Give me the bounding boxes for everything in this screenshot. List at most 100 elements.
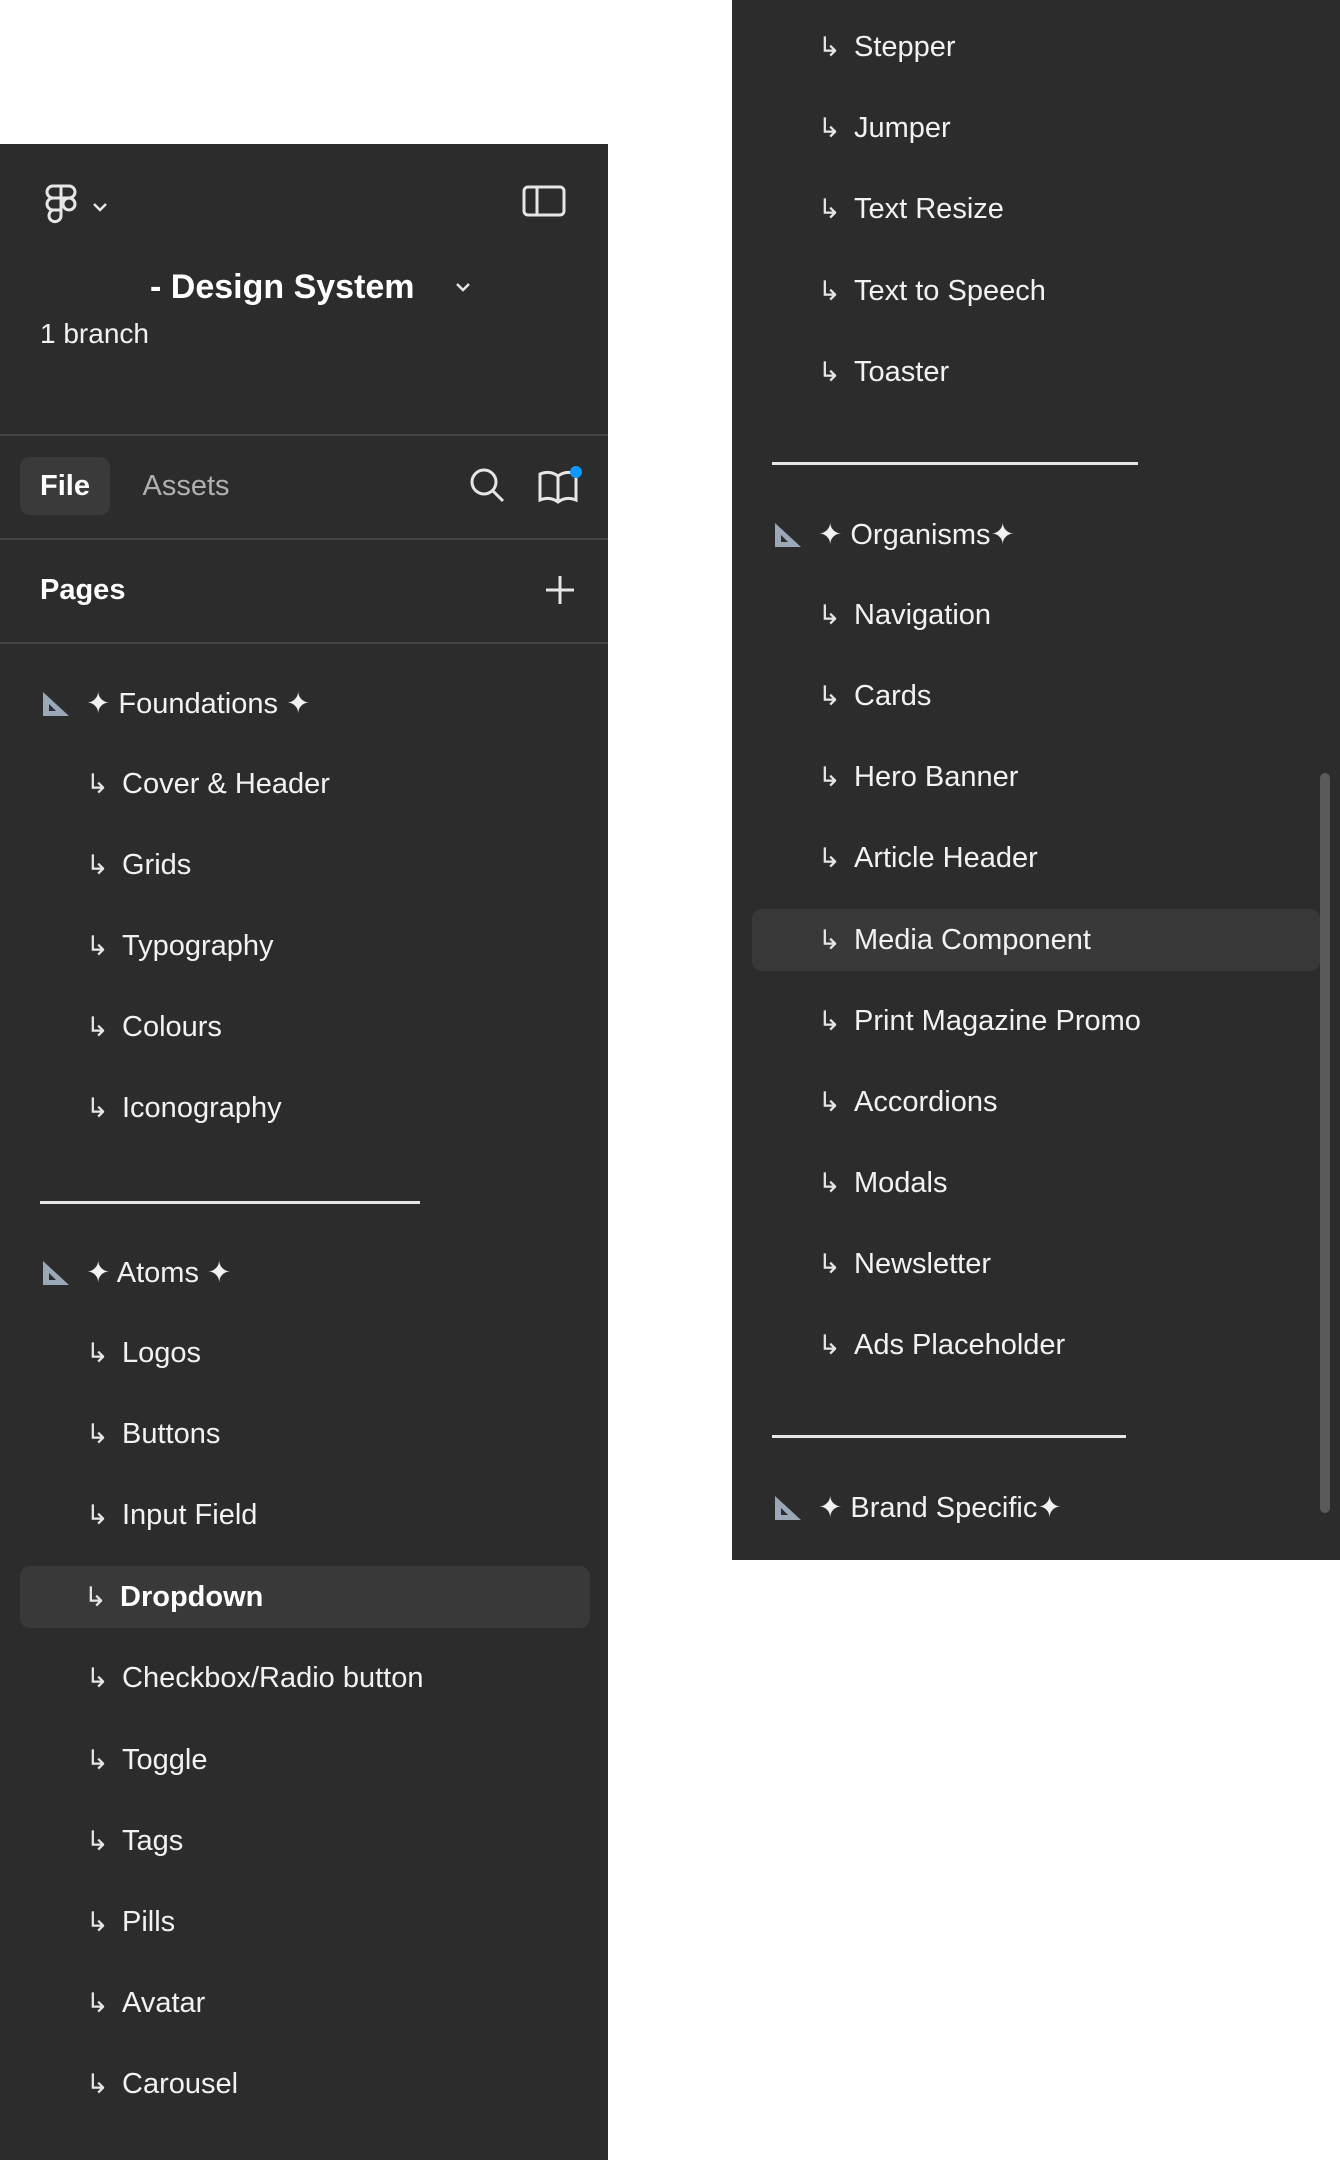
return-arrow-icon: ↳ [86,1987,109,2018]
page-item-media-component[interactable]: ↳ Media Component [752,909,1320,971]
page-item-modals[interactable]: ↳ Modals [818,1152,948,1214]
page-item-logos[interactable]: ↳ Logos [86,1322,201,1384]
page-separator[interactable] [772,1435,1126,1438]
return-arrow-icon: ↳ [818,761,841,792]
figma-logo-icon [45,184,77,224]
return-arrow-icon: ↳ [818,599,841,630]
page-item-print-magazine-promo[interactable]: ↳ Print Magazine Promo [818,990,1141,1052]
page-item-text-resize[interactable]: ↳ Text Resize [818,178,1004,240]
page-item-hero-banner[interactable]: ↳ Hero Banner [818,746,1018,808]
page-item-dropdown[interactable]: ↳ Dropdown [20,1566,590,1628]
page-item-accordions[interactable]: ↳ Accordions [818,1071,997,1133]
page-item-label: Logos [122,1336,202,1369]
page-item-stepper[interactable]: ↳ Stepper [818,16,956,78]
file-title: - Design System [150,267,415,306]
page-item-input-field[interactable]: ↳ Input Field [86,1484,257,1546]
return-arrow-icon: ↳ [818,1329,841,1360]
tab-assets[interactable]: Assets [128,457,244,515]
pages-scrollbar[interactable] [1320,773,1330,1513]
page-item-label: Carousel [122,2067,239,2100]
page-item-text-to-speech[interactable]: ↳ Text to Speech [818,260,1046,322]
page-item-carousel[interactable]: ↳ Carousel [86,2053,238,2115]
page-separator[interactable] [40,1201,420,1204]
return-arrow-icon: ↳ [86,2068,109,2099]
add-page-button[interactable] [542,572,578,608]
page-item-tags[interactable]: ↳ Tags [86,1810,183,1872]
return-arrow-icon: ↳ [818,112,841,143]
page-item-navigation[interactable]: ↳ Navigation [818,584,991,646]
chevron-down-icon [93,203,107,212]
page-item-label: Toaster [854,355,950,388]
search-button[interactable] [468,466,508,506]
return-arrow-icon: ↳ [86,930,109,961]
page-section-organisms[interactable]: ✦ Organisms✦ [772,503,1015,565]
divider [0,538,608,540]
page-item-typography[interactable]: ↳ Typography [86,915,274,977]
page-item-toaster[interactable]: ↳ Toaster [818,341,949,403]
page-item-avatar[interactable]: ↳ Avatar [86,1972,205,2034]
page-item-label: Toggle [122,1743,208,1776]
page-item-label: Pills [122,1905,176,1938]
return-arrow-icon: ↳ [86,1418,109,1449]
return-arrow-icon: ↳ [86,1499,109,1530]
page-item-label: Tags [122,1824,184,1857]
return-arrow-icon: ↳ [818,924,841,955]
page-section-atoms[interactable]: ✦ Atoms ✦ [40,1241,231,1303]
file-title-button[interactable]: - Design System [150,262,471,312]
branch-count[interactable]: 1 branch [40,318,149,350]
return-arrow-icon: ↳ [818,275,841,306]
library-button[interactable] [536,462,584,506]
return-arrow-icon: ↳ [818,842,841,873]
page-item-label: Checkbox/Radio button [122,1661,424,1694]
triangle-ruler-icon [775,523,801,547]
page-item-grids[interactable]: ↳ Grids [86,834,191,896]
page-item-article-header[interactable]: ↳ Article Header [818,827,1038,889]
sidebar-toggle-button[interactable] [522,184,568,222]
page-item-label: Colours [122,1010,222,1043]
return-arrow-icon: ↳ [818,1248,841,1279]
page-item-ads-placeholder[interactable]: ↳ Ads Placeholder [818,1314,1065,1376]
notification-dot [570,466,582,478]
page-item-label: Dropdown [120,1580,264,1613]
page-item-label: Text to Speech [854,274,1046,307]
page-item-toggle[interactable]: ↳ Toggle [86,1729,207,1791]
page-item-colours[interactable]: ↳ Colours [86,996,222,1058]
page-item-label: Jumper [854,111,951,144]
return-arrow-icon: ↳ [86,768,109,799]
page-item-label: Accordions [854,1085,998,1118]
page-separator[interactable] [772,462,1138,465]
page-item-label: Media Component [854,923,1091,956]
return-arrow-icon: ↳ [86,1092,109,1123]
return-arrow-icon: ↳ [86,1662,109,1693]
return-arrow-icon: ↳ [818,1167,841,1198]
section-title: ✦ Atoms ✦ [86,1256,232,1289]
page-section-foundations[interactable]: ✦ Foundations ✦ [40,672,310,734]
page-item-iconography[interactable]: ↳ Iconography [86,1077,282,1139]
page-item-buttons[interactable]: ↳ Buttons [86,1403,220,1465]
page-item-label: Avatar [122,1986,206,2019]
page-item-checkbox-radio[interactable]: ↳ Checkbox/Radio button [86,1647,423,1709]
sidebar-toggle-icon [522,185,566,217]
page-item-newsletter[interactable]: ↳ Newsletter [818,1233,991,1295]
tab-file[interactable]: File [20,457,110,515]
page-item-cover-header[interactable]: ↳ Cover & Header [86,753,330,815]
return-arrow-icon: ↳ [84,1581,107,1612]
left-sidebar-panel: - Design System 1 branch File Assets Pag… [0,144,608,2160]
triangle-ruler-icon [43,1261,69,1285]
return-arrow-icon: ↳ [86,1906,109,1937]
page-item-label: Print Magazine Promo [854,1004,1141,1037]
page-section-brand-specific[interactable]: ✦ Brand Specific✦ [772,1476,1062,1538]
page-item-label: Newsletter [854,1247,991,1280]
page-item-label: Stepper [854,30,956,63]
return-arrow-icon: ↳ [86,849,109,880]
section-title: ✦ Foundations ✦ [86,687,311,720]
page-item-label: Buttons [122,1417,221,1450]
return-arrow-icon: ↳ [818,680,841,711]
page-item-cards[interactable]: ↳ Cards [818,665,931,727]
main-menu-button[interactable] [40,182,120,232]
page-item-jumper[interactable]: ↳ Jumper [818,97,951,159]
triangle-ruler-icon [775,1496,801,1520]
divider [0,642,608,644]
page-item-pills[interactable]: ↳ Pills [86,1891,175,1953]
return-arrow-icon: ↳ [818,31,841,62]
